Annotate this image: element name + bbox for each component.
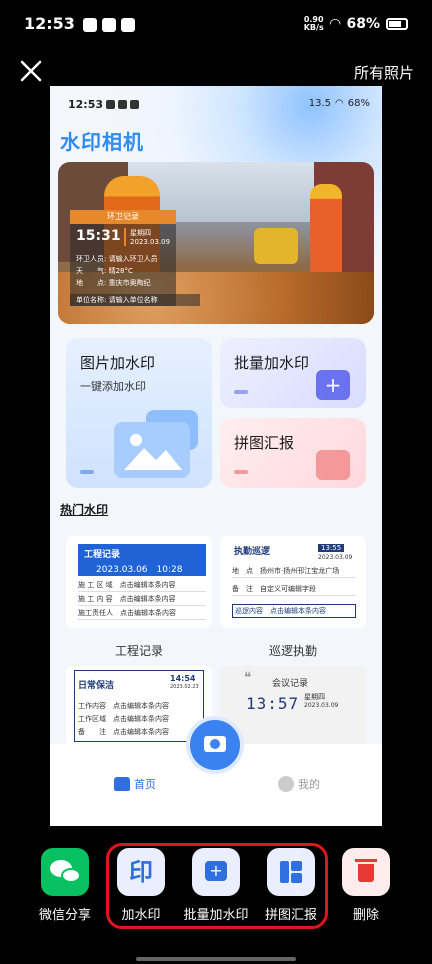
template-time: 13:55 xyxy=(318,544,345,552)
watermark-weather: 天 气: 晴28°C xyxy=(76,267,133,275)
network-speed: 0.90 KB/s xyxy=(304,16,324,32)
status-bar: 12:53 0.90 KB/s ◠ 68% xyxy=(0,0,432,50)
template-title: 工程记录 xyxy=(84,550,121,560)
image-watermark-subtitle: 一键添加水印 xyxy=(80,380,146,393)
tab-home-label: 首页 xyxy=(134,778,156,791)
watermark-person: 环卫人员: 请输入环卫人员 xyxy=(76,255,158,263)
image-watermark-title: 图片加水印 xyxy=(80,354,156,372)
wechat-share-button[interactable]: 微信分享 xyxy=(25,848,105,923)
delete-button[interactable]: 删除 xyxy=(326,848,406,923)
watermark-time: 15:31 xyxy=(76,228,121,244)
template-title: 日常保洁 xyxy=(78,681,115,691)
wechat-share-label: 微信分享 xyxy=(38,908,91,923)
network-speed-unit: KB/s xyxy=(303,23,324,32)
camera-button[interactable] xyxy=(186,716,244,774)
mountain-photo-icon xyxy=(114,422,190,478)
template-weekday: 星期四 xyxy=(304,693,325,701)
preview-network-speed: 13.5 xyxy=(308,98,332,109)
battery-percent: 68% xyxy=(346,16,380,32)
notification-icon xyxy=(83,18,97,32)
trash-icon xyxy=(342,848,390,896)
batch-watermark-card[interactable]: 批量加水印 + xyxy=(220,338,366,408)
preview-status-right: 13.5 ◠ 68% xyxy=(309,98,370,109)
collage-report-title: 拼图汇报 xyxy=(234,434,295,452)
all-photos-link[interactable]: 所有照片 xyxy=(354,62,414,83)
template-title: 执勤巡逻 xyxy=(234,547,271,557)
profile-icon xyxy=(278,776,294,792)
watermark-location: 地 点: 重庆市奥陶纪 xyxy=(76,279,151,287)
watermark-sample: 环卫记录 15:31 星期四 2023.03.09 环卫人员: 请输入环卫人员 … xyxy=(70,210,200,306)
wifi-icon: ◠ xyxy=(329,16,341,32)
template-row: 施工责任人 点击编辑本条内容 xyxy=(78,606,206,620)
template-title: 会议记录 xyxy=(272,679,309,689)
template-row: 施 工 内 容 点击编辑本条内容 xyxy=(78,592,206,606)
template-row: 施 工 区 域 点击编辑本条内容 xyxy=(78,578,206,592)
delete-label: 删除 xyxy=(352,908,379,923)
screenshot-preview: 12:53 13.5 ◠ 68% 水印相机 环卫记录 15:31 星期四 202… xyxy=(50,86,382,826)
image-watermark-card[interactable]: 图片加水印 一键添加水印 xyxy=(66,338,212,488)
template-datetime: 2023.03.06 10:28 xyxy=(96,565,183,575)
template-engineering[interactable]: 工程记录 2023.03.06 10:28 施 工 区 域 点击编辑本条内容 施… xyxy=(66,536,212,628)
preview-notification-icons xyxy=(106,100,139,109)
preview-battery: 68% xyxy=(347,98,370,109)
template-row: 工作区域 点击编辑本条内容 xyxy=(78,715,169,723)
watermark-weekday: 星期四 xyxy=(130,229,151,237)
home-indicator xyxy=(136,957,296,961)
template-row: 备 注 自定义可编辑字段 xyxy=(232,582,356,596)
collage-icon xyxy=(316,450,350,480)
wechat-icon xyxy=(41,848,89,896)
preview-wifi-icon: ◠ xyxy=(335,98,344,109)
notification-icon xyxy=(102,18,116,32)
watermark-title: 环卫记录 xyxy=(70,210,176,224)
close-icon[interactable] xyxy=(18,58,44,84)
status-right: 0.90 KB/s ◠ 68% xyxy=(304,16,408,32)
template-box: 巡逻内容 点击编辑本条内容 xyxy=(232,604,356,618)
template-date: 2023.03.09 xyxy=(318,554,353,561)
home-icon xyxy=(114,777,130,791)
batch-add-icon: + xyxy=(316,370,350,400)
batch-watermark-title: 批量加水印 xyxy=(234,354,310,372)
tab-home[interactable]: 首页 xyxy=(114,776,156,792)
notification-icons xyxy=(83,18,135,32)
highlight-annotation xyxy=(106,843,328,929)
template-row: 工作内容 点击编辑本条内容 xyxy=(78,702,169,710)
notification-icon xyxy=(121,18,135,32)
watermark-unit: 单位名称: 请输入单位名称 xyxy=(70,294,200,306)
template-time: 14:54 xyxy=(170,674,196,683)
preview-status-time: 12:53 xyxy=(68,98,104,111)
template-date: 2023.03.09 xyxy=(304,702,339,709)
template-patrol[interactable]: 执勤巡逻 13:55 2023.03.09 地 点 扬州市·扬州邗江宝龙广场 备… xyxy=(220,536,366,628)
battery-icon xyxy=(386,18,408,30)
template-row: 备 注 点击编辑本条内容 xyxy=(78,728,169,736)
template-label: 巡逻执勤 xyxy=(268,644,317,658)
status-time: 12:53 xyxy=(24,14,75,33)
template-time: 13:57 xyxy=(246,694,300,713)
hero-banner[interactable]: 环卫记录 15:31 星期四 2023.03.09 环卫人员: 请输入环卫人员 … xyxy=(58,162,374,324)
watermark-date: 2023.03.09 xyxy=(130,238,171,246)
hot-watermarks-heading: 热门水印 xyxy=(60,503,109,517)
tab-me-label: 我的 xyxy=(298,778,320,791)
quote-icon: ❝ xyxy=(244,670,252,686)
app-title: 水印相机 xyxy=(60,130,144,154)
template-row: 地 点 扬州市·扬州邗江宝龙广场 xyxy=(232,564,356,578)
template-label: 工程记录 xyxy=(114,644,163,658)
tab-me[interactable]: 我的 xyxy=(278,776,320,792)
collage-report-card[interactable]: 拼图汇报 xyxy=(220,418,366,488)
template-date: 2023.02.23 xyxy=(170,684,199,690)
sanitation-worker-image xyxy=(310,184,342,280)
road-roller-image xyxy=(254,228,298,264)
